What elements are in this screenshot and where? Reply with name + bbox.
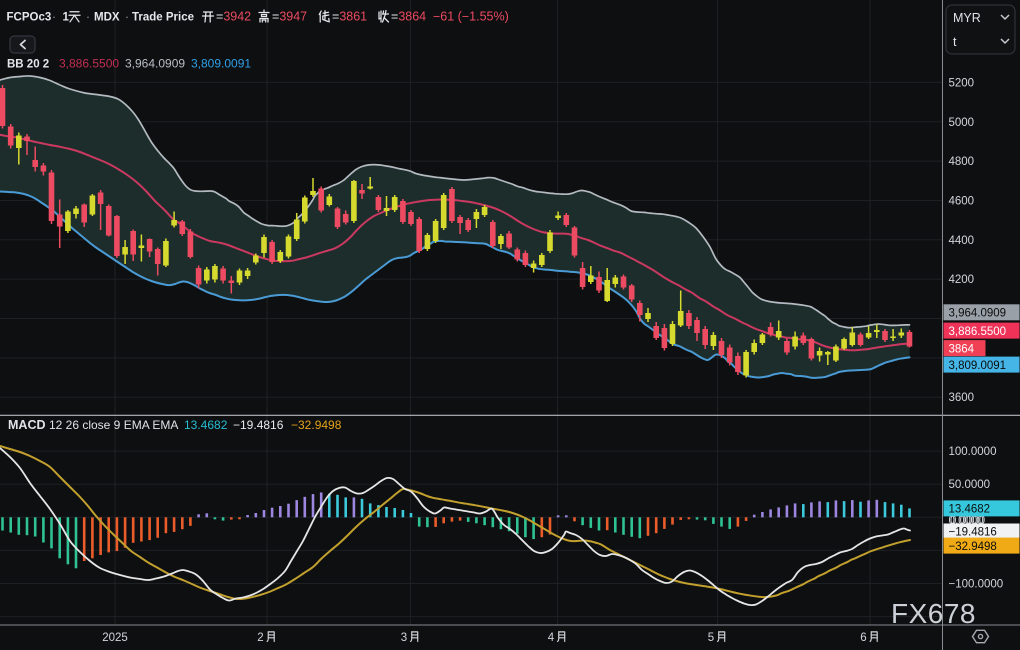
svg-text:50.0000: 50.0000 [949,479,991,491]
svg-text:−61 (−1.55%): −61 (−1.55%) [433,10,509,24]
svg-text:FX678: FX678 [891,598,976,629]
svg-text:−32.9498: −32.9498 [949,541,997,553]
svg-text:13.4682: 13.4682 [949,504,991,516]
svg-text:MDX: MDX [94,12,120,24]
svg-text:·: · [125,10,129,24]
svg-text:2025: 2025 [102,632,128,644]
svg-text:5: 5 [708,632,714,644]
svg-text:−100.0000: −100.0000 [949,579,1004,591]
svg-text:t: t [953,35,957,49]
svg-text:1: 1 [63,12,70,24]
svg-text:100.0000: 100.0000 [949,446,997,458]
svg-text:=3942: =3942 [216,10,251,24]
svg-text:3,809.0091: 3,809.0091 [949,360,1007,372]
svg-text:4: 4 [548,632,555,644]
svg-text:·: · [52,10,56,24]
svg-text:5200: 5200 [949,77,975,89]
svg-text:−32.9498: −32.9498 [291,418,342,432]
svg-text:=3864: =3864 [391,10,426,24]
svg-text:3,964.0909: 3,964.0909 [125,57,185,71]
svg-text:4800: 4800 [949,156,975,168]
svg-text:6: 6 [860,632,866,644]
svg-text:3: 3 [401,632,407,644]
svg-text:−19.4816: −19.4816 [949,527,997,539]
svg-text:=3947: =3947 [272,10,307,24]
svg-text:=3861: =3861 [332,10,367,24]
svg-text:3600: 3600 [949,392,975,404]
svg-text:MACD 12 26 close 9 EMA EMA: MACD 12 26 close 9 EMA EMA [8,418,178,432]
svg-text:4400: 4400 [949,235,975,247]
svg-text:4600: 4600 [949,196,975,208]
svg-text:3864: 3864 [949,343,975,355]
svg-text:4200: 4200 [949,274,975,286]
svg-text:FCPOc3: FCPOc3 [7,12,52,24]
svg-text:BB 20 2: BB 20 2 [7,59,49,71]
svg-text:5000: 5000 [949,117,975,129]
svg-text:3,809.0091: 3,809.0091 [191,57,251,71]
svg-text:3,886.5500: 3,886.5500 [59,57,119,71]
svg-text:MYR: MYR [953,11,981,25]
svg-text:3,886.5500: 3,886.5500 [949,326,1007,338]
svg-text:13.4682: 13.4682 [184,418,228,432]
svg-text:−19.4816: −19.4816 [233,418,284,432]
svg-text:2: 2 [257,632,263,644]
svg-text:3,964.0909: 3,964.0909 [949,308,1007,320]
svg-text:Trade Price: Trade Price [132,12,194,24]
svg-text:·: · [86,10,90,24]
